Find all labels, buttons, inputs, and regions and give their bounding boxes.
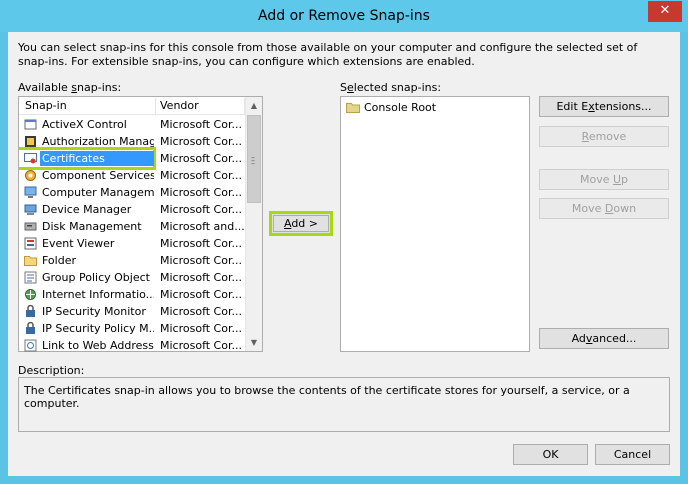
selected-snapins-list[interactable]: Console Root (340, 96, 530, 352)
snapin-vendor: Microsoft Cor... (160, 237, 242, 250)
ip-security-icon (26, 305, 35, 317)
ip-security-icon (26, 322, 35, 334)
add-button[interactable]: Add > (269, 211, 333, 236)
snapin-name: Certificates (42, 152, 105, 165)
snapin-name: Disk Management (42, 220, 142, 233)
intro-text: You can select snap-ins for this console… (18, 41, 638, 68)
table-row[interactable]: Device Manager Microsoft Cor... (19, 201, 245, 218)
snapin-vendor: Microsoft Cor... (160, 271, 242, 284)
cancel-button[interactable]: Cancel (595, 444, 670, 465)
table-row[interactable]: Event Viewer Microsoft Cor... (19, 235, 245, 252)
table-row[interactable]: IP Security Monitor Microsoft Cor... (19, 303, 245, 320)
snapin-name: Device Manager (42, 203, 132, 216)
console-root-label: Console Root (364, 101, 437, 114)
column-header-snapin[interactable]: Snap-in (25, 99, 67, 112)
window-title: Add or Remove Snap-ins (258, 8, 430, 24)
disk-icon (24, 222, 37, 231)
iis-icon (25, 289, 36, 300)
group-policy-icon (24, 271, 37, 284)
add-button-face[interactable]: Add > (273, 215, 329, 232)
list-header: Snap-in Vendor (19, 97, 245, 115)
activex-icon (24, 119, 37, 130)
ok-button[interactable]: OK (513, 444, 588, 465)
snapin-vendor: Microsoft Cor... (160, 135, 242, 148)
snapin-vendor: Microsoft Cor... (160, 186, 242, 199)
table-row[interactable]: ActiveX Control Microsoft Cor... (19, 116, 245, 133)
table-row[interactable]: Link to Web Address Microsoft Cor... (19, 337, 245, 352)
table-row[interactable]: Component Services Microsoft Cor... (19, 167, 245, 184)
snapin-name: Group Policy Object ... (42, 271, 154, 284)
snapin-vendor: Microsoft Cor... (160, 322, 242, 335)
snapin-name: Link to Web Address (42, 339, 154, 352)
advanced-button[interactable]: Advanced... (539, 328, 669, 349)
scrollbar-thumb[interactable]: – – – (247, 115, 261, 203)
title-bar[interactable]: Add or Remove Snap-ins ✕ (0, 0, 688, 32)
dialog-body: You can select snap-ins for this console… (8, 32, 680, 476)
event-viewer-icon (24, 237, 37, 250)
move-up-button[interactable]: Move Up (539, 169, 669, 190)
snapin-name: Folder (42, 254, 76, 267)
snapin-name: Component Services (42, 169, 154, 182)
column-header-vendor[interactable]: Vendor (160, 99, 199, 112)
table-row[interactable]: Certificates Microsoft Cor... (19, 147, 245, 170)
table-row[interactable]: Group Policy Object ... Microsoft Cor... (19, 269, 245, 286)
description-text: The Certificates snap-in allows you to b… (24, 384, 630, 410)
snapin-vendor: Microsoft Cor... (160, 254, 242, 267)
description-box: The Certificates snap-in allows you to b… (18, 377, 670, 432)
snapin-vendor: Microsoft Cor... (160, 203, 242, 216)
move-down-button[interactable]: Move Down (539, 198, 669, 219)
snapin-vendor: Microsoft Cor... (160, 169, 242, 182)
snapin-vendor: Microsoft Cor... (160, 152, 242, 165)
snapin-vendor: Microsoft and... (160, 220, 244, 233)
snapin-name: Internet Informatio... (42, 288, 154, 301)
snapin-name: Computer Managem... (42, 186, 154, 199)
available-snapins-list[interactable]: Snap-in Vendor ActiveX Control Microsoft … (18, 96, 263, 352)
column-divider[interactable] (155, 98, 156, 114)
vertical-scrollbar[interactable]: ▲ – – – ▼ (245, 97, 262, 351)
device-manager-icon (24, 204, 37, 215)
available-snapins-label: Available snap-ins: (18, 81, 122, 94)
table-row[interactable]: Folder Microsoft Cor... (19, 252, 245, 269)
computer-management-icon (24, 186, 37, 198)
dialog-window: Add or Remove Snap-ins ✕ You can select … (0, 0, 688, 484)
scroll-up-arrow-icon[interactable]: ▲ (246, 97, 262, 114)
web-link-icon (24, 339, 37, 352)
remove-button[interactable]: Remove (539, 126, 669, 147)
snapin-vendor: Microsoft Cor... (160, 118, 242, 131)
snapin-name: ActiveX Control (42, 118, 127, 131)
folder-icon (24, 256, 37, 266)
close-icon: ✕ (659, 3, 671, 18)
snapin-rows: ActiveX Control Microsoft Cor... Authoriza… (19, 116, 245, 352)
snapin-vendor: Microsoft Cor... (160, 339, 242, 352)
edit-extensions-button[interactable]: Edit Extensions... (539, 96, 669, 117)
description-label: Description: (18, 364, 85, 377)
snapin-name: IP Security Monitor (42, 305, 146, 318)
snapin-name: IP Security Policy M... (42, 322, 154, 335)
table-row[interactable]: Disk Management Microsoft and... (19, 218, 245, 235)
grip-icon: – – – (251, 153, 255, 168)
close-button[interactable]: ✕ (648, 1, 682, 22)
component-services-icon (25, 170, 36, 181)
snapin-vendor: Microsoft Cor... (160, 305, 242, 318)
snapin-vendor: Microsoft Cor... (160, 288, 242, 301)
certificate-icon (24, 153, 37, 164)
table-row[interactable]: Internet Informatio... Microsoft Cor... (19, 286, 245, 303)
snapin-name: Event Viewer (42, 237, 115, 250)
scroll-down-arrow-icon[interactable]: ▼ (246, 334, 262, 351)
table-row[interactable]: Computer Managem... Microsoft Cor... (19, 184, 245, 201)
table-row[interactable]: IP Security Policy M... Microsoft Cor... (19, 320, 245, 337)
folder-icon (346, 103, 360, 113)
selected-snapins-label: Selected snap-ins: (340, 81, 442, 94)
